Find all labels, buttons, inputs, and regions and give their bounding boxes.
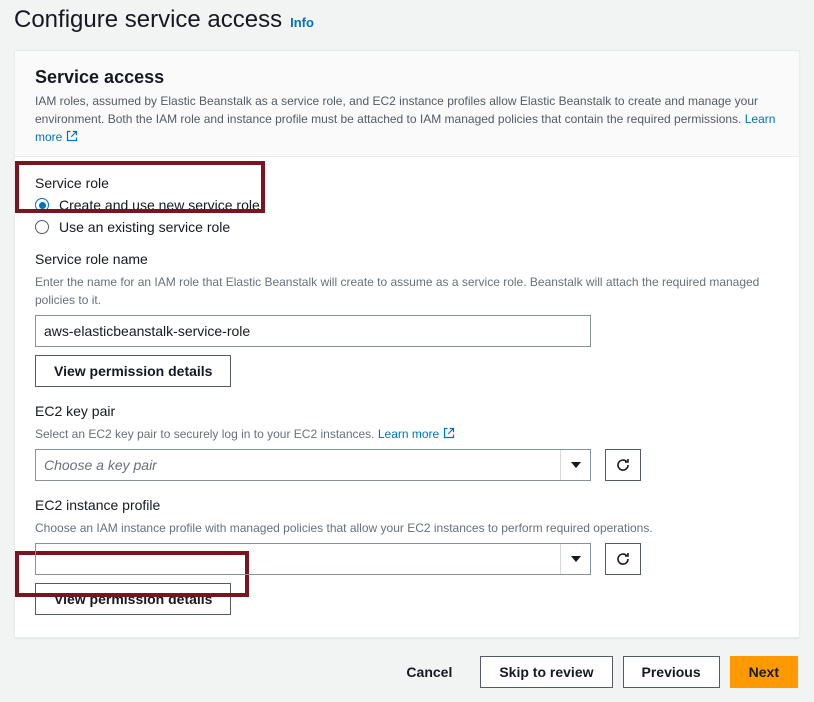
instance-profile-select[interactable] (35, 543, 591, 575)
panel-header: Service access IAM roles, assumed by Ela… (15, 51, 799, 157)
ec2-keypair-placeholder: Choose a key pair (44, 457, 157, 473)
radio-create-service-role[interactable]: Create and use new service role (35, 197, 779, 213)
previous-button[interactable]: Previous (623, 656, 720, 688)
service-role-name-help: Enter the name for an IAM role that Elas… (35, 273, 779, 309)
refresh-keypair-button[interactable] (605, 449, 641, 481)
instance-profile-section: EC2 instance profile Choose an IAM insta… (35, 497, 779, 615)
instance-profile-help: Choose an IAM instance profile with mana… (35, 519, 779, 537)
skip-to-review-button[interactable]: Skip to review (480, 656, 612, 688)
chevron-down-icon (560, 450, 590, 480)
radio-unselected-icon (35, 220, 49, 234)
radio-existing-label: Use an existing service role (59, 219, 230, 235)
radio-existing-service-role[interactable]: Use an existing service role (35, 219, 779, 235)
panel-body: Service role Create and use new service … (15, 157, 799, 637)
next-button[interactable]: Next (730, 656, 798, 688)
ec2-keypair-help: Select an EC2 key pair to securely log i… (35, 425, 779, 443)
ec2-keypair-label: EC2 key pair (35, 403, 779, 419)
refresh-icon (615, 551, 631, 567)
refresh-instance-profile-button[interactable] (605, 543, 641, 575)
panel-description: IAM roles, assumed by Elastic Beanstalk … (35, 92, 779, 146)
footer-actions: Cancel Skip to review Previous Next (14, 656, 800, 688)
page-title: Configure service access Info (14, 6, 800, 34)
view-permissions-button-2[interactable]: View permission details (35, 583, 231, 615)
cancel-button[interactable]: Cancel (388, 656, 470, 688)
service-role-name-label: Service role name (35, 251, 779, 267)
ec2-keypair-learn-more-text: Learn more (378, 427, 439, 441)
panel-description-text: IAM roles, assumed by Elastic Beanstalk … (35, 94, 758, 126)
service-role-label: Service role (35, 175, 779, 191)
external-link-icon (66, 130, 78, 142)
radio-create-label: Create and use new service role (59, 197, 260, 213)
ec2-keypair-section: EC2 key pair Select an EC2 key pair to s… (35, 403, 779, 481)
service-role-name-section: Service role name Enter the name for an … (35, 251, 779, 387)
external-link-icon (443, 427, 455, 439)
page-title-text: Configure service access (14, 6, 282, 34)
radio-selected-icon (35, 198, 49, 212)
panel-title: Service access (35, 67, 779, 88)
instance-profile-label: EC2 instance profile (35, 497, 779, 513)
ec2-keypair-select[interactable]: Choose a key pair (35, 449, 591, 481)
service-access-panel: Service access IAM roles, assumed by Ela… (14, 50, 800, 638)
ec2-keypair-learn-more[interactable]: Learn more (378, 427, 455, 441)
ec2-keypair-help-text: Select an EC2 key pair to securely log i… (35, 427, 378, 441)
service-role-name-input[interactable] (35, 315, 591, 347)
view-permissions-button-1[interactable]: View permission details (35, 355, 231, 387)
refresh-icon (615, 457, 631, 473)
info-link[interactable]: Info (290, 15, 314, 30)
chevron-down-icon (560, 544, 590, 574)
